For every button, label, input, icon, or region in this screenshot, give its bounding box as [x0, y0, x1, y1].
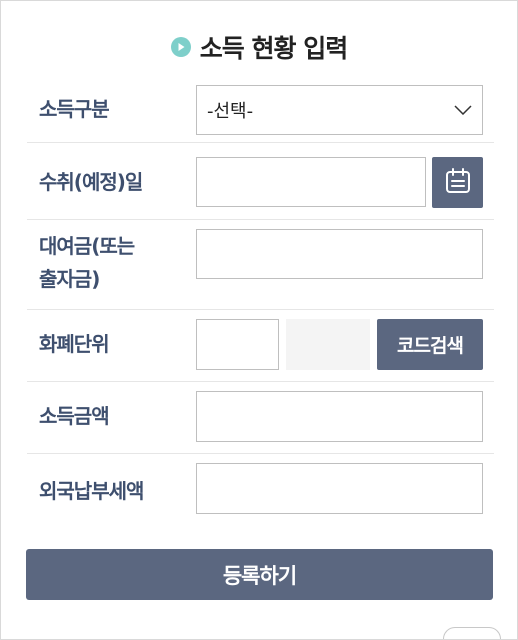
income-type-select[interactable]: -선택-: [196, 85, 483, 135]
receipt-date-input[interactable]: [196, 157, 426, 207]
page-header: 소득 현황 입력: [1, 29, 517, 65]
income-type-selected: -선택-: [207, 101, 254, 122]
foreign-tax-input[interactable]: [196, 463, 483, 514]
income-type-label: 소득구분: [39, 97, 110, 121]
row-loan-amount: 대여금(또는 출자금): [27, 220, 494, 310]
income-amount-label: 소득금액: [39, 404, 110, 428]
loan-amount-label-line1: 대여금(또는: [39, 234, 135, 258]
foreign-tax-label: 외국납부세액: [39, 479, 144, 503]
chevron-down-icon: [454, 105, 472, 115]
calendar-button[interactable]: [432, 157, 483, 208]
scroll-top-button[interactable]: [443, 627, 501, 639]
loan-amount-input[interactable]: [196, 229, 483, 279]
page-title: 소득 현황 입력: [199, 34, 348, 63]
income-amount-input[interactable]: [196, 391, 483, 442]
row-income-amount: 소득금액: [27, 382, 494, 454]
calendar-icon: [444, 167, 472, 199]
loan-amount-label-line2: 출자금): [39, 267, 100, 291]
code-search-button[interactable]: 코드검색: [377, 319, 483, 370]
row-receipt-date: 수취(예정)일: [27, 143, 494, 220]
submit-button[interactable]: 등록하기: [26, 549, 493, 600]
currency-code-input[interactable]: [196, 319, 279, 370]
row-foreign-tax: 외국납부세액: [27, 454, 494, 525]
income-input-panel: 소득 현황 입력 소득구분 -선택- 수취(예정)일 대여금(또는 출자금) 화…: [0, 0, 518, 640]
receipt-date-label: 수취(예정)일: [39, 170, 143, 194]
row-income-type: 소득구분 -선택-: [27, 76, 494, 143]
currency-name-field: [286, 319, 370, 370]
play-circle-icon: [170, 37, 191, 57]
currency-label: 화폐단위: [39, 332, 110, 356]
row-currency: 화폐단위 코드검색: [27, 310, 494, 382]
